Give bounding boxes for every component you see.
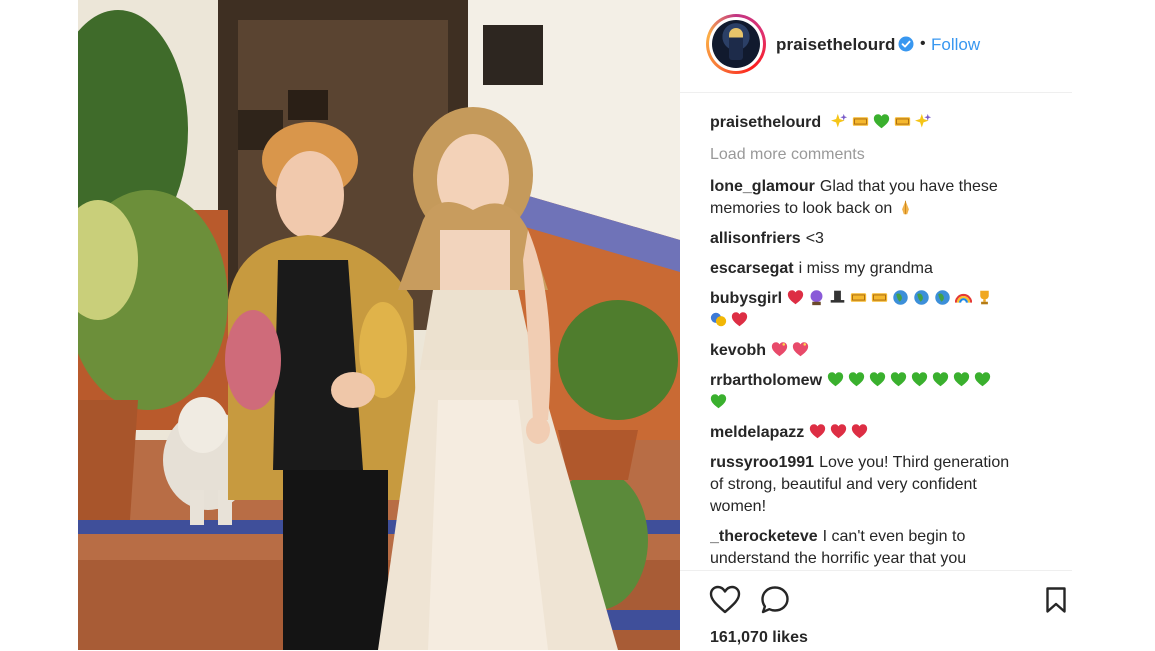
- comment-item: lone_glamour Glad that you have these memo…: [710, 176, 1040, 220]
- photo-illustration: [78, 0, 680, 650]
- comment-text: Glad that you have these: [819, 178, 998, 195]
- comment-text-continued: women!: [710, 498, 767, 515]
- comment-emoji-line: [710, 392, 1040, 414]
- folded-hands-emoji-icon: [901, 200, 909, 215]
- follow-button[interactable]: Follow: [931, 35, 980, 55]
- header-username[interactable]: praisethelourd: [776, 35, 895, 55]
- comment-username[interactable]: lone_glamour: [710, 178, 815, 195]
- red-heart-emoji-icon: [810, 424, 826, 439]
- green-heart-emoji-icon: [974, 372, 991, 387]
- avatar-image: [712, 20, 760, 68]
- post-actions: 161,070 likes: [680, 570, 1072, 651]
- comment-item: _therocketeve I can't even begin to unders…: [710, 526, 1040, 570]
- header-separator: •: [920, 35, 926, 52]
- bookmark-icon[interactable]: [1045, 586, 1067, 614]
- performing-arts-emoji-icon: [710, 312, 727, 327]
- trophy-emoji-icon: [980, 290, 989, 305]
- green-heart-emoji-icon: [827, 372, 844, 387]
- sparkling-heart-emoji-icon: [771, 342, 788, 357]
- comment-emoji-line: [710, 310, 1040, 332]
- avatar-border: [709, 17, 763, 71]
- sparkles-emoji-icon: [830, 113, 847, 128]
- comment-line: meldelapazz: [710, 422, 1040, 444]
- red-heart-emoji-icon: [831, 424, 847, 439]
- red-heart-emoji-icon: [852, 424, 868, 439]
- post-side-panel: praisethelourd • Follow praisethelourd L…: [680, 0, 1075, 650]
- ticket-emoji-icon: [871, 293, 888, 302]
- verified-badge-icon: [898, 36, 914, 52]
- red-heart-emoji-icon: [787, 290, 804, 305]
- post-header: praisethelourd • Follow: [680, 0, 1072, 93]
- avatar-figure: [729, 28, 743, 60]
- comment-line: rrbartholomew: [710, 370, 1040, 392]
- top-hat-emoji-icon: [830, 290, 845, 303]
- globe-emoji-icon: [893, 290, 908, 305]
- sparkling-heart-emoji-icon: [792, 342, 809, 357]
- caption: praisethelourd: [710, 112, 1040, 134]
- comment-item: bubysgirl: [710, 288, 1040, 332]
- comments-list[interactable]: praisethelourd Load more comments lone_g…: [710, 112, 1040, 570]
- comment-text-continued: memories to look back on: [710, 198, 1040, 220]
- likes-count[interactable]: 161,070 likes: [710, 629, 808, 647]
- ticket-emoji-icon: [852, 117, 868, 126]
- caption-emojis: [830, 113, 936, 131]
- comment-username[interactable]: bubysgirl: [710, 290, 782, 307]
- comment-text: i miss my grandma: [798, 260, 933, 277]
- green-heart-emoji-icon: [953, 372, 970, 387]
- green-heart-emoji-icon: [932, 372, 949, 387]
- green-heart-emoji-icon: [848, 372, 865, 387]
- comment-item: kevobh: [710, 340, 1040, 362]
- comment-username[interactable]: _therocketeve: [710, 528, 818, 545]
- comment-item: meldelapazz: [710, 422, 1040, 444]
- comment-line: _therocketeve I can't even begin to: [710, 526, 1040, 548]
- comment-bubble-icon[interactable]: [760, 585, 790, 615]
- comment-username[interactable]: escarsegat: [710, 260, 794, 277]
- comment-line: escarsegat i miss my grandma: [710, 258, 1040, 280]
- green-heart-emoji-icon: [873, 114, 889, 129]
- comment-item: rrbartholomew: [710, 370, 1040, 414]
- post-photo[interactable]: [78, 0, 680, 650]
- comment-item: escarsegat i miss my grandma: [710, 258, 1040, 280]
- comment-line: lone_glamour Glad that you have these: [710, 176, 1040, 198]
- caption-username[interactable]: praisethelourd: [710, 114, 821, 131]
- globe-emoji-icon: [935, 290, 950, 305]
- ticket-emoji-icon: [894, 117, 910, 126]
- heart-outline-icon[interactable]: [709, 585, 741, 615]
- comment-text-continued: of strong, beautiful and very confident: [710, 476, 977, 493]
- comment-line: russyroo1991 Love you! Third generation: [710, 452, 1040, 474]
- crystal-ball-emoji-icon: [810, 290, 823, 306]
- sparkles-emoji-icon: [914, 113, 931, 128]
- comment-text: <3: [805, 230, 824, 247]
- comment-line: bubysgirl: [710, 288, 1040, 310]
- green-heart-emoji-icon: [890, 372, 907, 387]
- comment-text: I can't even begin to: [822, 528, 966, 545]
- comment-item: allisonfriers <3: [710, 228, 1040, 250]
- comment-rows: lone_glamour Glad that you have these memo…: [710, 176, 1040, 570]
- load-more-row: Load more comments: [710, 144, 1040, 166]
- green-heart-emoji-icon: [911, 372, 928, 387]
- comment-item: russyroo1991 Love you! Third generation of…: [710, 452, 1040, 518]
- comment-username[interactable]: allisonfriers: [710, 230, 801, 247]
- comment-text-continued: understand the horrific year that you: [710, 550, 967, 567]
- ticket-emoji-icon: [850, 293, 867, 302]
- comment-username[interactable]: russyroo1991: [710, 454, 814, 471]
- rainbow-emoji-icon: [955, 293, 973, 303]
- comment-line: kevobh: [710, 340, 1040, 362]
- comment-line: allisonfriers <3: [710, 228, 1040, 250]
- globe-emoji-icon: [914, 290, 929, 305]
- green-heart-emoji-icon: [710, 394, 727, 409]
- green-heart-emoji-icon: [869, 372, 886, 387]
- avatar[interactable]: [706, 14, 766, 74]
- load-more-comments-link[interactable]: Load more comments: [710, 146, 865, 163]
- comment-text: Love you! Third generation: [819, 454, 1010, 471]
- comment-username[interactable]: meldelapazz: [710, 424, 804, 441]
- comment-username[interactable]: kevobh: [710, 342, 766, 359]
- red-heart-emoji-icon: [731, 312, 748, 327]
- comment-username[interactable]: rrbartholomew: [710, 372, 822, 389]
